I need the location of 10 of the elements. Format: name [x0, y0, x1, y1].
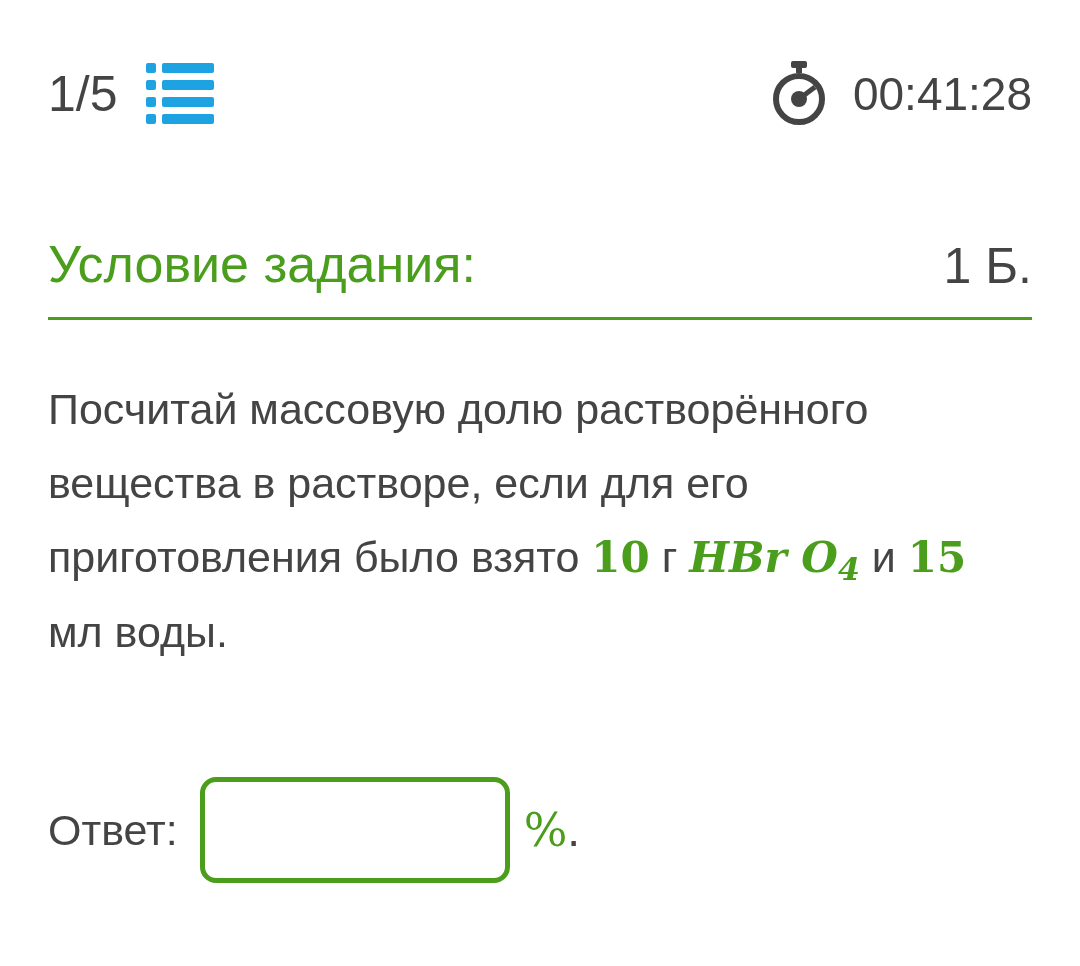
section-title: Условие задания: [48, 234, 476, 295]
stopwatch-icon [770, 61, 827, 127]
points: 1 Б. [943, 236, 1032, 296]
answer-label: Ответ: [48, 804, 178, 856]
answer-field[interactable] [199, 777, 510, 883]
task-text: Посчитай массовую долю растворённого вещества в растворе, если для его приготовления было взято 10 г HBr O$_{4}$ и 15 мл воды. [48, 384, 968, 658]
list-icon[interactable] [145, 63, 214, 125]
timer: 00:41:28 [852, 71, 1032, 117]
question-counter: 1/5 [48, 69, 118, 119]
unit-text: %. [523, 801, 581, 859]
